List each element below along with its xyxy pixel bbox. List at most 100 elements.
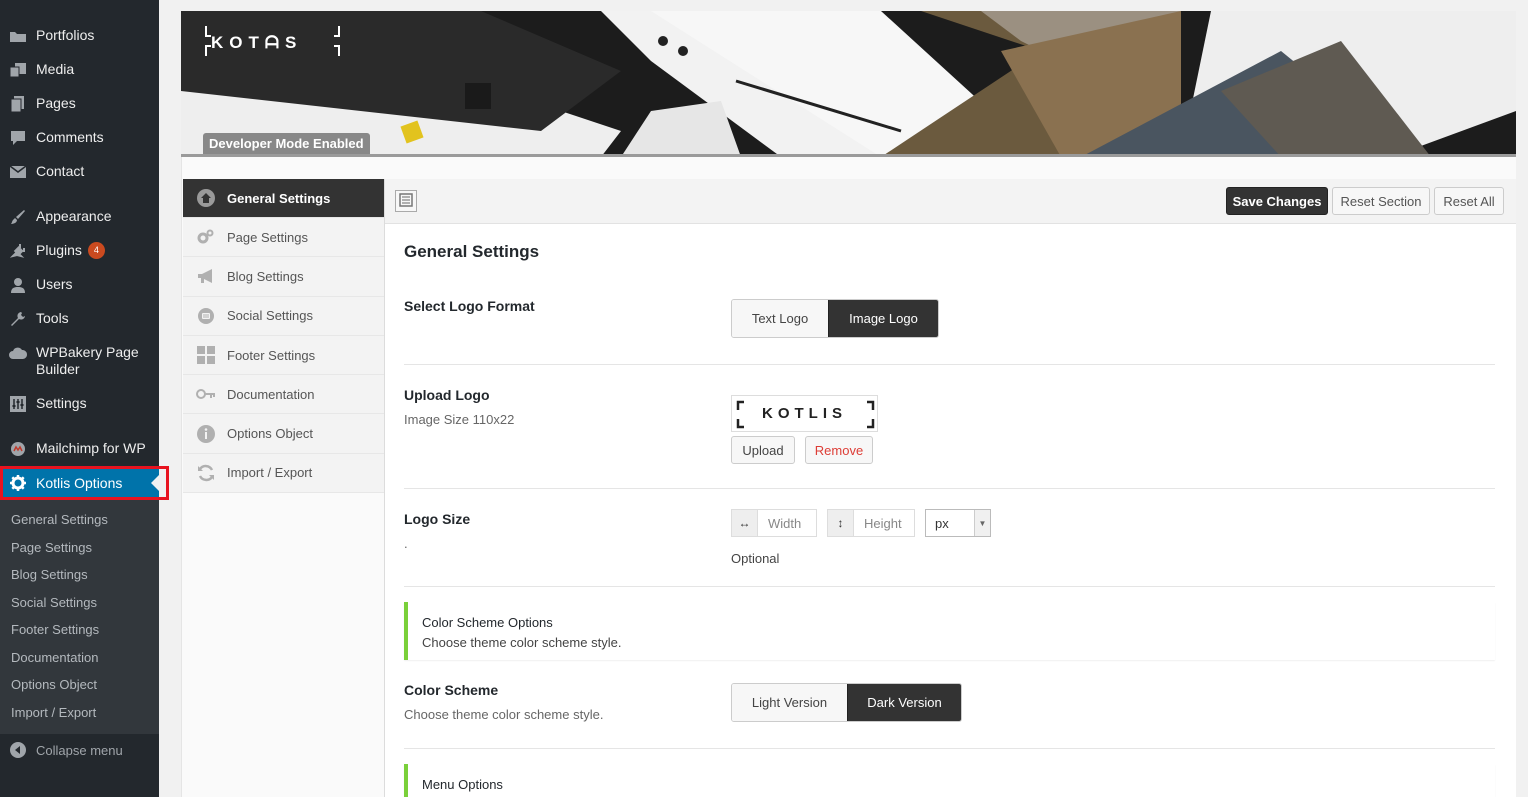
sidebar-item-tools[interactable]: Tools: [0, 310, 159, 328]
color-scheme-title: Color Scheme: [404, 682, 499, 698]
submenu-footer-settings[interactable]: Footer Settings: [0, 620, 159, 648]
collapse-menu-label: Collapse menu: [36, 742, 123, 758]
color-scheme-toggle: Light Version Dark Version: [731, 683, 962, 722]
light-version-option[interactable]: Light Version: [732, 684, 847, 721]
portfolio-icon: [8, 27, 28, 45]
sidebar-top-strip: [0, 0, 159, 18]
sidebar-item-label: Comments: [36, 129, 104, 145]
logo-size-title: Logo Size: [404, 511, 471, 527]
options-nav-social-settings[interactable]: Social Settings: [183, 297, 384, 336]
sidebar-item-mailchimp[interactable]: Mailchimp for WP: [0, 440, 159, 458]
sidebar-item-users[interactable]: Users: [0, 276, 159, 294]
sidebar-item-label: Contact: [36, 163, 85, 179]
options-nav-label: Import / Export: [227, 465, 313, 481]
save-changes-button[interactable]: Save Changes: [1226, 187, 1328, 215]
sidebar-item-wpbakery[interactable]: WPBakery Page Builder: [0, 344, 159, 378]
image-logo-option[interactable]: Image Logo: [828, 300, 938, 337]
remove-button[interactable]: Remove: [805, 436, 873, 464]
options-content: General Settings Select Logo Format Text…: [385, 224, 1516, 797]
plugin-icon: [8, 242, 28, 260]
menu-options-info-box: Menu Options: [404, 764, 1495, 797]
submenu-general-settings[interactable]: General Settings: [0, 510, 159, 538]
options-header-banner: KOTᗩS Developer Mode Enabled: [181, 11, 1516, 157]
mail-icon: [8, 163, 28, 181]
collapse-menu-button[interactable]: Collapse menu: [0, 742, 159, 758]
info-box-title: Color Scheme Options: [422, 615, 553, 630]
unit-select-value: px: [935, 515, 949, 531]
expand-icon: [399, 192, 413, 210]
cogs-icon: [196, 228, 216, 246]
options-nav-label: Options Object: [227, 426, 313, 442]
kotlis-options-submenu: General Settings Page Settings Blog Sett…: [0, 500, 159, 734]
banner-logo: KOTᗩS: [211, 33, 303, 52]
vertical-arrows-icon: ↕: [828, 510, 854, 536]
sidebar-item-label: WPBakery Page Builder: [36, 344, 139, 377]
text-logo-option[interactable]: Text Logo: [732, 300, 828, 337]
comments-icon: [8, 129, 28, 147]
upload-logo-desc: Image Size 110x22: [404, 412, 515, 427]
users-icon: [8, 276, 28, 294]
sidebar-item-media[interactable]: Media: [0, 61, 159, 79]
height-input[interactable]: [854, 510, 914, 536]
sidebar-item-label: Media: [36, 61, 75, 77]
sidebar-item-label: Portfolios: [36, 27, 95, 43]
sidebar-item-pages[interactable]: Pages: [0, 95, 159, 113]
chevron-down-icon: ▼: [974, 510, 990, 536]
dark-version-option[interactable]: Dark Version: [847, 684, 961, 721]
banner-artwork: [181, 11, 1516, 154]
sidebar-item-comments[interactable]: Comments: [0, 129, 159, 147]
sidebar-item-label: Appearance: [36, 208, 112, 224]
options-nav-options-object[interactable]: Options Object: [183, 414, 384, 454]
sidebar-item-plugins[interactable]: Plugins 4: [0, 242, 159, 260]
options-nav-label: Social Settings: [227, 308, 313, 324]
info-box-desc: Choose theme color scheme style.: [422, 635, 622, 650]
divider: [404, 748, 1495, 749]
color-scheme-desc: Choose theme color scheme style.: [404, 707, 604, 722]
options-nav-general-settings[interactable]: General Settings: [183, 179, 384, 218]
submenu-social-settings[interactable]: Social Settings: [0, 593, 159, 621]
options-nav-page-settings[interactable]: Page Settings: [183, 218, 384, 258]
submenu-blog-settings[interactable]: Blog Settings: [0, 565, 159, 593]
sidebar-item-label: Pages: [36, 95, 76, 111]
options-section-nav: General Settings Page Settings Blog Sett…: [183, 179, 384, 494]
width-input[interactable]: [758, 510, 816, 536]
sidebar-item-contact[interactable]: Contact: [0, 163, 159, 181]
upload-button[interactable]: Upload: [731, 436, 795, 464]
plugins-update-badge: 4: [87, 242, 105, 259]
sidebar-item-label: Mailchimp for WP: [36, 440, 146, 456]
options-toolbar: Save Changes Reset Section Reset All: [385, 179, 1516, 224]
submenu-options-object[interactable]: Options Object: [0, 675, 159, 703]
submenu-documentation[interactable]: Documentation: [0, 648, 159, 676]
submenu-import-export[interactable]: Import / Export: [0, 703, 159, 731]
horizontal-arrows-icon: ↔: [732, 510, 758, 536]
expand-options-button[interactable]: [395, 190, 417, 212]
sidebar-item-label: Tools: [36, 310, 69, 326]
sidebar-item-appearance[interactable]: Appearance: [0, 208, 159, 226]
options-nav-blog-settings[interactable]: Blog Settings: [183, 257, 384, 297]
sidebar-item-kotlis-options[interactable]: Kotlis Options: [0, 466, 159, 500]
options-nav-footer-settings[interactable]: Footer Settings: [183, 336, 384, 376]
upload-logo-title: Upload Logo: [404, 387, 490, 403]
wrench-icon: [8, 310, 28, 328]
settings-sliders-icon: [8, 395, 28, 413]
unit-select[interactable]: px ▼: [925, 509, 991, 537]
options-nav-label: General Settings: [227, 190, 331, 206]
reset-section-button[interactable]: Reset Section: [1332, 187, 1430, 215]
options-nav-label: Documentation: [227, 386, 315, 402]
logo-size-note: Optional: [731, 551, 780, 566]
logo-bracket-frame: [736, 400, 875, 429]
sidebar-item-portfolios[interactable]: Portfolios: [0, 27, 159, 45]
sidebar-item-label: Kotlis Options: [36, 474, 123, 491]
sidebar-item-label: Plugins: [36, 242, 82, 258]
sidebar-item-settings[interactable]: Settings: [0, 395, 159, 413]
options-nav-documentation[interactable]: Documentation: [183, 375, 384, 415]
submenu-page-settings[interactable]: Page Settings: [0, 538, 159, 566]
developer-mode-badge: Developer Mode Enabled: [203, 133, 370, 154]
logo-size-desc: .: [404, 536, 408, 551]
logo-preview: KOTLIS: [731, 395, 878, 432]
options-nav-import-export[interactable]: Import / Export: [183, 454, 384, 494]
reset-all-button[interactable]: Reset All: [1434, 187, 1504, 215]
megaphone-icon: [196, 267, 216, 285]
grid-icon: [196, 346, 216, 365]
wp-admin-sidebar: Portfolios Media Pages Comments Contact …: [0, 0, 159, 797]
